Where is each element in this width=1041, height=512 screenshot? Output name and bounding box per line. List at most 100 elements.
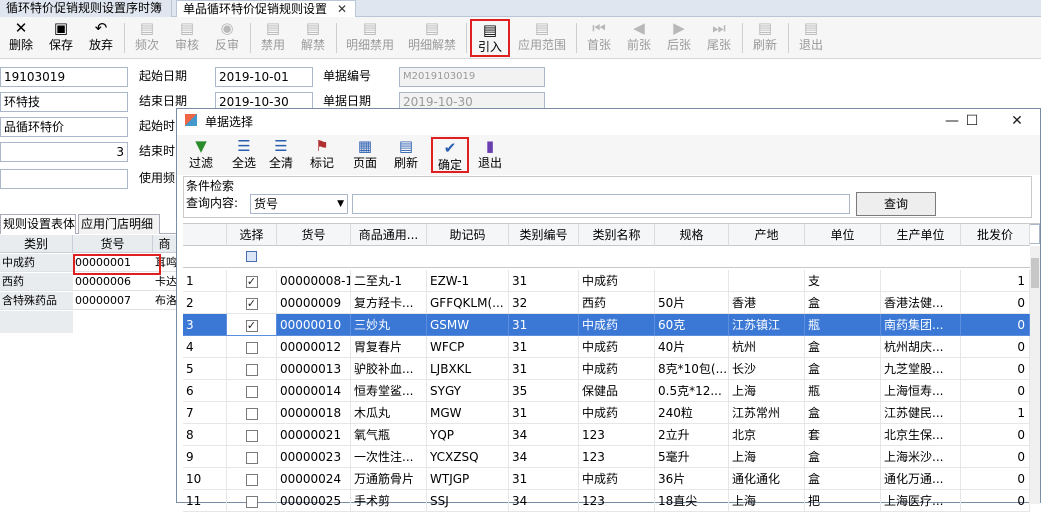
checkbox-mark[interactable]: ✓ <box>245 297 258 310</box>
select-checkbox[interactable] <box>227 358 277 380</box>
checkbox-mark[interactable] <box>245 385 258 398</box>
cell-origin: 长沙 <box>729 358 805 380</box>
select-checkbox[interactable] <box>227 446 277 468</box>
query-field-select[interactable]: 货号 ▼ <box>250 194 348 214</box>
maximize-icon[interactable]: ☐ <box>952 111 992 131</box>
toolbar-button-8[interactable]: ▤ 明细禁用 <box>340 19 400 57</box>
start-date-field[interactable]: 2019-10-01 <box>215 67 313 87</box>
checkbox-mark[interactable] <box>245 407 258 420</box>
select-checkbox[interactable] <box>227 336 277 358</box>
select-checkbox[interactable] <box>227 380 277 402</box>
select-checkbox[interactable] <box>227 468 277 490</box>
dialog-button-2[interactable]: ☰ 全清 <box>263 137 299 173</box>
query-input[interactable] <box>352 194 850 214</box>
vertical-scrollbar[interactable] <box>1030 246 1040 504</box>
column-header-1[interactable]: 货号 <box>277 224 351 246</box>
column-header-3[interactable]: 助记码 <box>427 224 509 246</box>
tab-rule-list[interactable]: 循环特价促销规则设置序时簿 <box>0 0 172 17</box>
cell-catno: 31 <box>509 314 579 336</box>
form-field-2[interactable]: 环特技 <box>0 92 128 112</box>
select-checkbox[interactable] <box>227 424 277 446</box>
cell-name: 手术剪 <box>351 490 427 512</box>
column-header-5[interactable]: 类别名称 <box>579 224 655 246</box>
left-grid-cell-name[interactable]: 卡达 <box>153 273 176 291</box>
left-grid-cell-code[interactable]: 00000006 <box>73 273 153 291</box>
toolbar-button-12[interactable]: ⏮ 首张 <box>580 19 618 57</box>
toolbar-button-17[interactable]: ▤ 退出 <box>792 19 830 57</box>
toolbar-button-6[interactable]: ▤ 禁用 <box>254 19 292 57</box>
toolbar-button-7[interactable]: ▤ 解禁 <box>294 19 332 57</box>
select-checkbox[interactable] <box>227 402 277 424</box>
checkbox-mark[interactable] <box>245 473 258 486</box>
dialog-button-3[interactable]: ⚑ 标记 <box>305 137 339 173</box>
tab-rule-body[interactable]: 规则设置表体 <box>0 214 76 234</box>
toolbar-button-5[interactable]: ◉ 反审 <box>208 19 246 57</box>
left-grid-cell-cat[interactable]: 中成药 <box>0 254 73 272</box>
toolbar-button-11[interactable]: ▤ 应用范围 <box>512 19 572 57</box>
close-icon[interactable]: ✕ <box>337 2 347 16</box>
cell-n: 11 <box>183 490 227 512</box>
column-header-8[interactable]: 单位 <box>805 224 881 246</box>
column-header-10[interactable]: 批发价 <box>961 224 1030 246</box>
cell-n: 8 <box>183 424 227 446</box>
dialog-button-4[interactable]: ▦ 页面 <box>347 137 383 173</box>
left-grid-cell-cat[interactable]: 含特殊药品 <box>0 292 73 310</box>
left-grid-cell-cat[interactable]: 西药 <box>0 273 73 291</box>
dialog-button-7[interactable]: ▮ 退出 <box>473 137 507 173</box>
toolbar-button-10[interactable]: ▤ 引入 <box>470 19 510 57</box>
left-grid-cell-name[interactable]: 布洛 <box>153 292 176 310</box>
toolbar-button-0[interactable]: ✕ 删除 <box>2 19 40 57</box>
filter-checkbox[interactable] <box>246 251 257 262</box>
checkbox-mark[interactable] <box>245 363 258 376</box>
cell-catno: 31 <box>509 402 579 424</box>
toolbar-button-14[interactable]: ▶ 后张 <box>660 19 698 57</box>
close-icon[interactable]: ✕ <box>997 111 1037 131</box>
form-field-1[interactable]: 19103019 <box>0 67 128 87</box>
toolbar-button-4[interactable]: ▤ 审核 <box>168 19 206 57</box>
toolbar-button-1[interactable]: ▣ 保存 <box>42 19 80 57</box>
dialog-button-6[interactable]: ✔ 确定 <box>431 137 469 173</box>
column-header-6[interactable]: 规格 <box>655 224 729 246</box>
toolbar-button-13[interactable]: ◀ 前张 <box>620 19 658 57</box>
left-grid-cell-code[interactable]: 00000007 <box>73 292 153 310</box>
dialog-button-1[interactable]: ☰ 全选 <box>227 137 261 173</box>
form-field-4[interactable]: 3 <box>0 142 128 162</box>
cell-price: 0 <box>961 446 1030 468</box>
form-field-5[interactable] <box>0 169 128 189</box>
form-field-3[interactable]: 品循环特价 <box>0 117 128 137</box>
cell-code: 00000023 <box>277 446 351 468</box>
tab-rule-setting[interactable]: 单品循环特价促销规则设置 ✕ <box>176 0 356 17</box>
select-checkbox[interactable]: ✓ <box>227 314 277 336</box>
dialog-button-0[interactable]: ▼ 过滤 <box>183 137 219 173</box>
column-header-7[interactable]: 产地 <box>729 224 805 246</box>
column-header-0[interactable]: 选择 <box>227 224 277 246</box>
select-checkbox[interactable]: ✓ <box>227 292 277 314</box>
column-header-9[interactable]: 生产单位 <box>881 224 961 246</box>
toolbar-button-9[interactable]: ▤ 明细解禁 <box>402 19 462 57</box>
tab-store-detail[interactable]: 应用门店明细 <box>78 214 160 234</box>
scrollbar-thumb[interactable] <box>1031 258 1039 288</box>
cell-spec: 36片 <box>655 468 729 490</box>
select-checkbox[interactable] <box>227 490 277 512</box>
cell-spec: 2立升 <box>655 424 729 446</box>
cell-n: 6 <box>183 380 227 402</box>
checkbox-mark[interactable] <box>245 429 258 442</box>
column-header-2[interactable]: 商品通用... <box>351 224 427 246</box>
select-checkbox[interactable]: ✓ <box>227 270 277 292</box>
checkbox-mark[interactable] <box>245 495 258 508</box>
toolbar-button-2[interactable]: ↶ 放弃 <box>82 19 120 57</box>
column-header-4[interactable]: 类别编号 <box>509 224 579 246</box>
toolbar-icon: ▤ <box>757 19 773 37</box>
toolbar-button-15[interactable]: ⏭ 尾张 <box>700 19 738 57</box>
checkbox-mark[interactable]: ✓ <box>245 319 258 332</box>
toolbar-button-16[interactable]: ▤ 刷新 <box>746 19 784 57</box>
checkbox-mark[interactable] <box>245 451 258 464</box>
toolbar-button-3[interactable]: ▤ 频次 <box>128 19 166 57</box>
dialog-button-5[interactable]: ▤ 刷新 <box>389 137 423 173</box>
cell-price: 0 <box>961 314 1030 336</box>
query-button[interactable]: 查询 <box>856 192 936 216</box>
checkbox-mark[interactable] <box>245 341 258 354</box>
cell-price: 0 <box>961 358 1030 380</box>
cell-catno: 31 <box>509 336 579 358</box>
checkbox-mark[interactable]: ✓ <box>245 275 258 288</box>
